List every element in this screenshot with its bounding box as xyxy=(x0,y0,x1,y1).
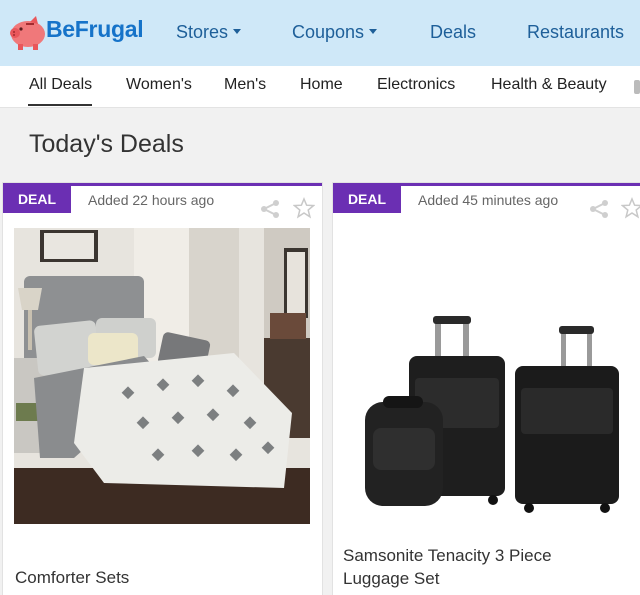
nav-restaurants-label: Restaurants xyxy=(527,22,625,42)
favorite-star-icon[interactable] xyxy=(293,197,315,219)
deal-title[interactable]: Samsonite Tenacity 3 Piece Luggage Set xyxy=(343,544,603,590)
nav-deals-label: Deals xyxy=(430,22,477,42)
tab-home[interactable]: Home xyxy=(300,76,343,94)
tab-all-deals[interactable]: All Deals xyxy=(29,76,92,94)
tab-electronics[interactable]: Electronics xyxy=(377,76,455,94)
deal-card[interactable]: DEAL Added 45 minutes ago Samsonite Tena… xyxy=(333,183,640,595)
deal-badge: DEAL xyxy=(3,186,71,213)
tab-womens[interactable]: Women's xyxy=(126,76,192,94)
added-timestamp: Added 45 minutes ago xyxy=(418,192,559,208)
share-icon[interactable] xyxy=(259,198,281,220)
more-tabs-indicator xyxy=(634,80,640,94)
active-tab-indicator xyxy=(28,104,92,106)
deal-title[interactable]: Comforter Sets xyxy=(15,568,129,588)
comforter-set-image[interactable] xyxy=(14,228,310,524)
chevron-down-icon xyxy=(233,28,242,34)
chevron-down-icon xyxy=(369,28,378,34)
share-icon[interactable] xyxy=(588,198,610,220)
deal-badge: DEAL xyxy=(333,186,401,213)
tab-health-beauty[interactable]: Health & Beauty xyxy=(491,76,607,94)
nav-stores-label: Stores xyxy=(176,22,229,42)
nav-coupons[interactable]: Coupons xyxy=(292,22,378,43)
top-navbar: BeFrugal Stores Coupons Deals Restaurant… xyxy=(0,0,640,66)
deal-card[interactable]: DEAL Added 22 hours ago Comforter Sets xyxy=(3,183,322,595)
category-tabs: All Deals Women's Men's Home Electronics… xyxy=(0,66,640,108)
nav-coupons-label: Coupons xyxy=(292,22,365,42)
piggy-bank-icon xyxy=(10,16,45,50)
befrugal-logo[interactable]: BeFrugal xyxy=(8,12,144,54)
favorite-star-icon[interactable] xyxy=(621,197,640,219)
luggage-set-image[interactable] xyxy=(343,228,639,528)
added-timestamp: Added 22 hours ago xyxy=(88,192,215,208)
nav-restaurants[interactable]: Restaurants xyxy=(527,22,624,43)
page-title: Today's Deals xyxy=(29,130,184,158)
nav-deals[interactable]: Deals xyxy=(430,22,476,43)
brand-name: BeFrugal xyxy=(46,16,144,42)
nav-stores[interactable]: Stores xyxy=(176,22,242,43)
tab-mens[interactable]: Men's xyxy=(224,76,266,94)
